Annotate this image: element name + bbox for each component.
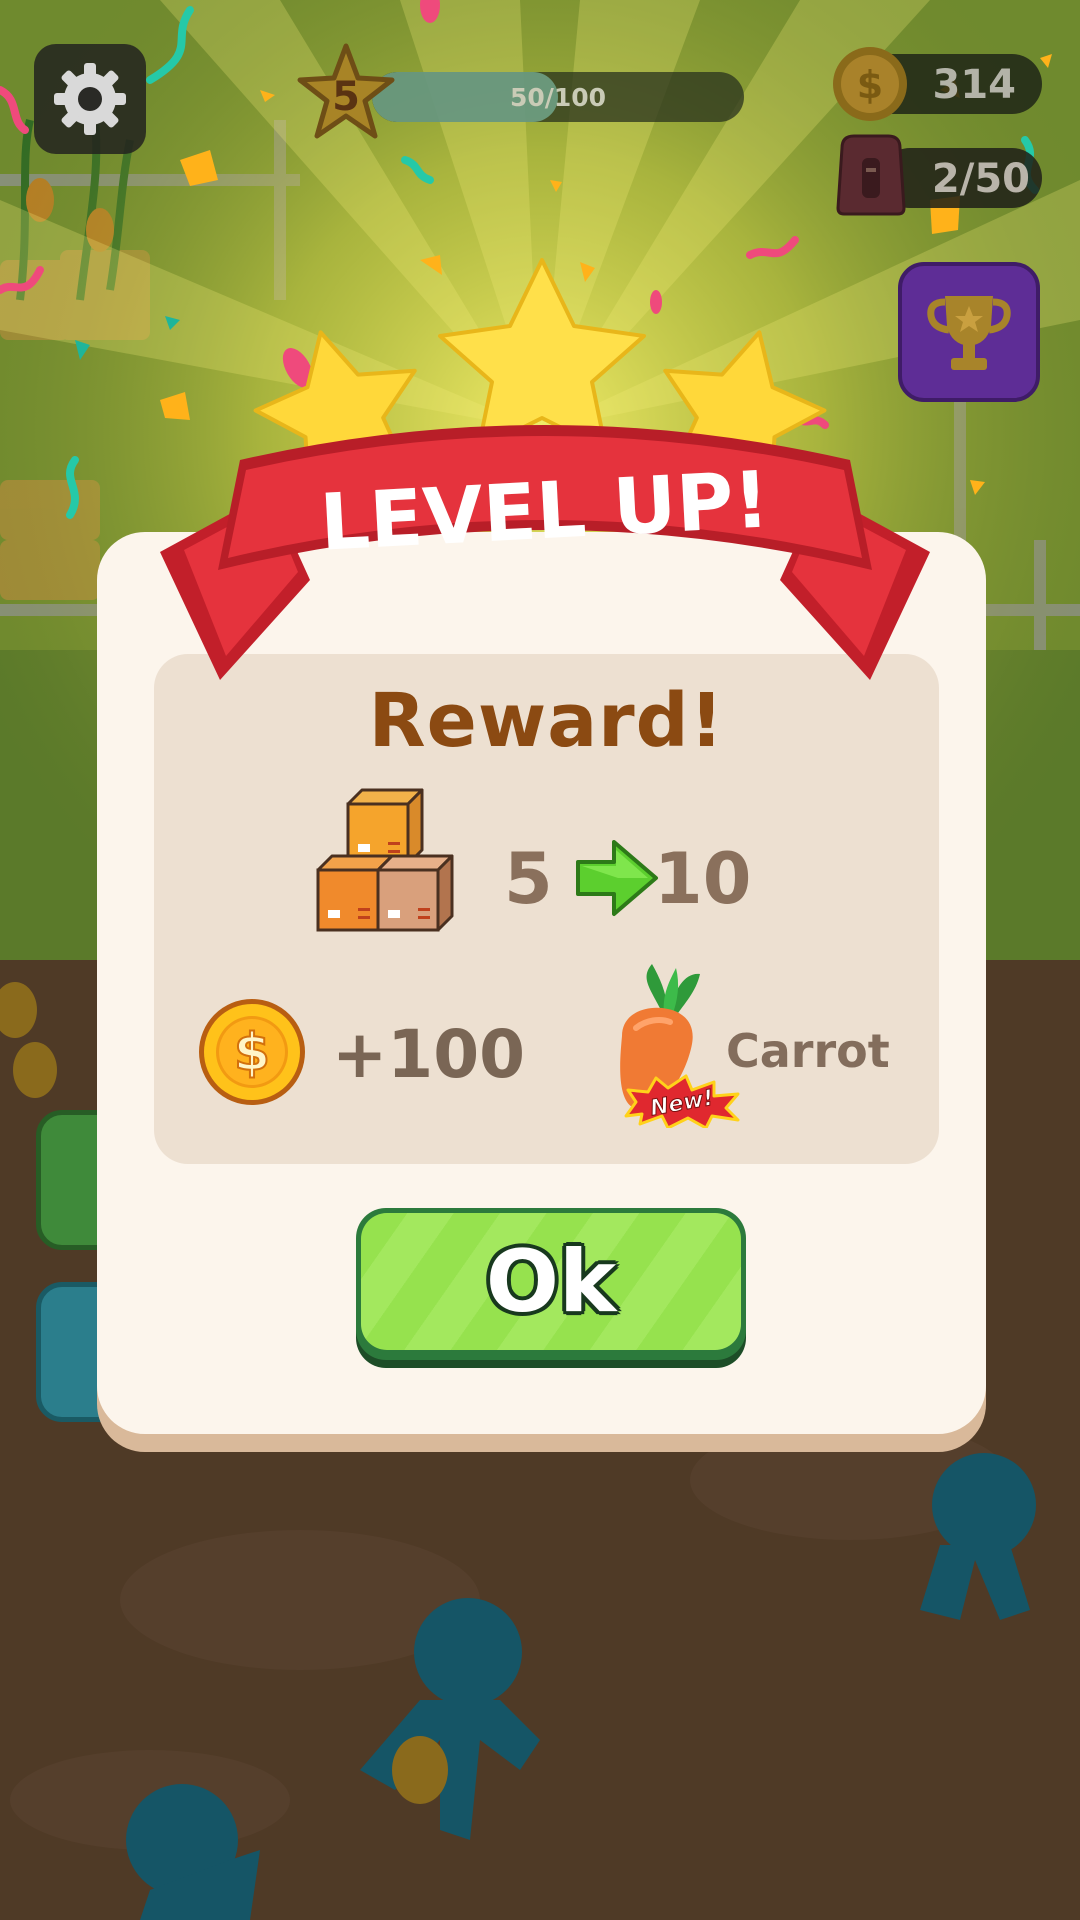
svg-text:$: $ [234,1023,270,1083]
ok-button-face: Ok [361,1213,741,1350]
level-number: 5 [332,74,360,120]
coin-icon: $ [199,999,305,1105]
capacity-from: 5 [504,838,553,920]
capacity-to: 10 [654,838,752,920]
reward-title: Reward! [368,678,725,764]
new-item-name: Carrot [726,1024,890,1078]
storage-count: 2/50 [931,156,1030,202]
level-badge: 5 [294,40,398,144]
level-progress-bar: 50/100 [372,72,744,122]
backpack-icon [832,128,910,216]
settings-button[interactable] [34,44,146,154]
coin-count: 314 [932,62,1017,108]
arrow-right-icon [576,840,658,916]
ok-button-label: Ok [485,1231,617,1332]
level-up-ribbon: LEVEL UP! [160,425,930,680]
gear-icon [54,63,126,135]
trophy-button[interactable] [898,262,1040,402]
ok-button[interactable]: Ok [356,1208,746,1360]
coin-reward-amount: +100 [332,1016,526,1093]
trophy-icon [927,296,1011,370]
reward-panel: Reward! 5 10 $ +100 New! Carrot [154,654,939,1164]
level-progress-text: 50/100 [509,82,607,112]
new-badge: New! [624,1074,740,1128]
coin-icon: $ [830,44,910,124]
svg-text:$: $ [857,63,883,107]
boxes-icon [316,788,454,932]
